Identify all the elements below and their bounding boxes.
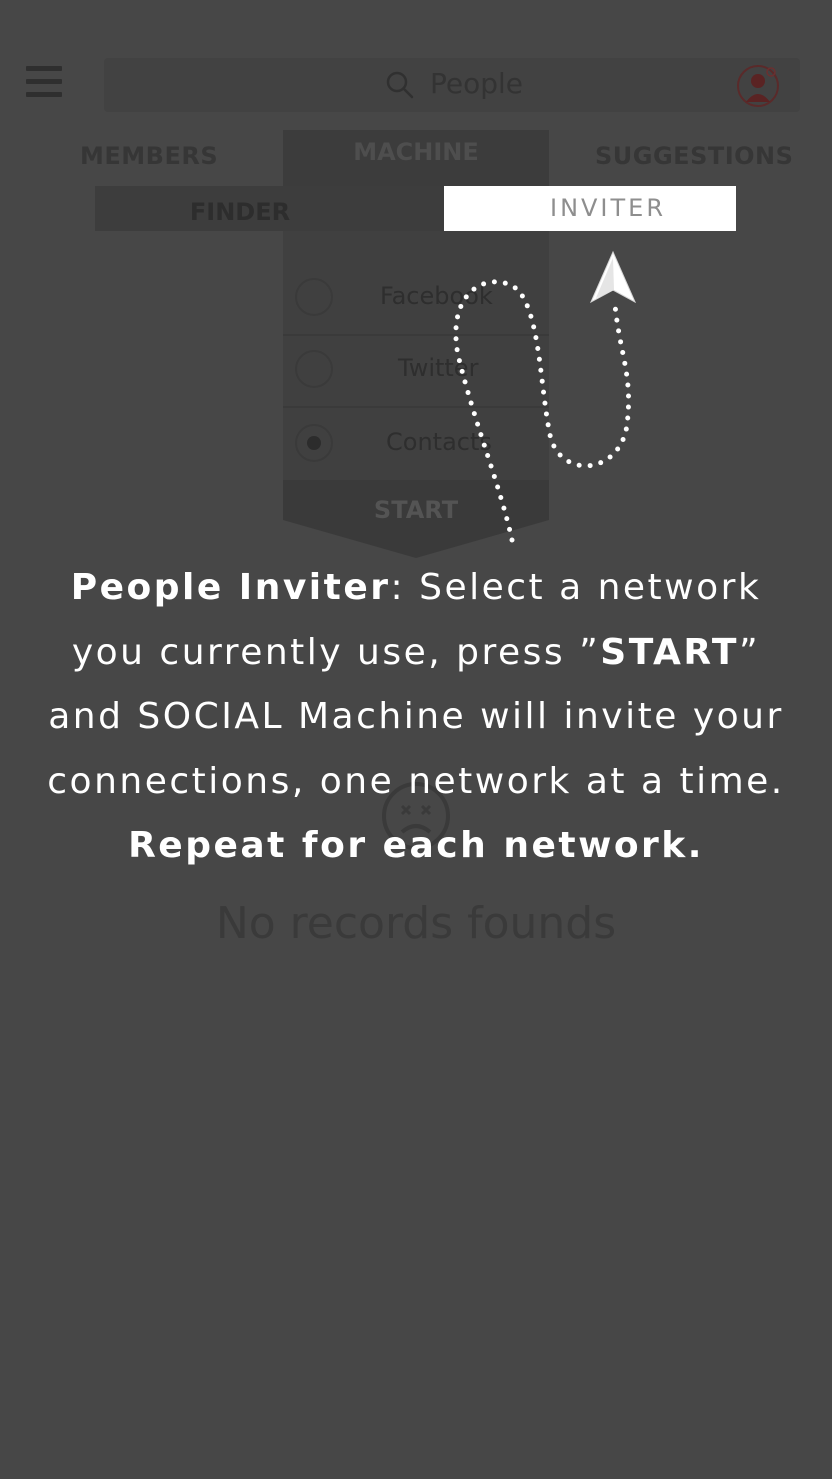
finder-tab-label: FINDER — [189, 198, 291, 226]
empty-state-text: No records founds — [215, 898, 617, 949]
arrow-pointer-icon — [589, 250, 637, 304]
tab-members[interactable]: MEMBERS — [80, 142, 218, 170]
tutorial-text: People Inviter: Select a network you cur… — [40, 556, 792, 879]
tab-machine[interactable]: MACHINE — [283, 138, 549, 166]
tutorial-start-word: START — [600, 631, 739, 673]
tutorial-title: People Inviter — [70, 567, 391, 608]
tutorial-emphasis: Repeat for each network. — [128, 825, 704, 866]
tab-suggestions[interactable]: SUGGESTIONS — [595, 142, 793, 170]
hamburger-menu-icon[interactable] — [26, 66, 62, 102]
search-icon — [386, 71, 414, 99]
inviter-tab-label: INVITER — [549, 194, 667, 222]
search-input[interactable]: People — [430, 62, 523, 106]
radio-contacts[interactable] — [295, 424, 333, 462]
radio-facebook[interactable] — [295, 278, 333, 316]
user-avatar-icon[interactable] — [736, 64, 780, 108]
radio-twitter[interactable] — [295, 350, 333, 388]
